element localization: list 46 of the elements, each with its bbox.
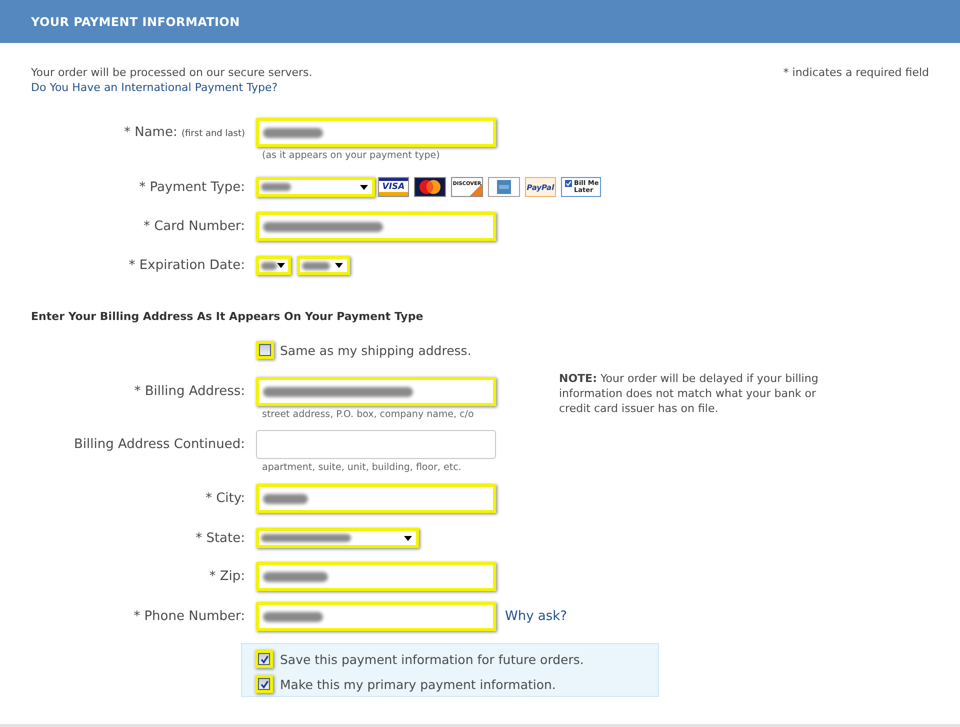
field-label: * Name: — [124, 125, 178, 140]
field-label: * Phone Number: — [134, 609, 245, 624]
dropdown-caret-icon — [335, 263, 343, 268]
blurred-value — [302, 262, 330, 270]
checkmark-icon — [260, 654, 268, 664]
card-logo: VISA — [378, 177, 409, 197]
section-title: YOUR PAYMENT INFORMATION — [31, 14, 240, 28]
card-logo-icon — [488, 177, 520, 197]
checkbox[interactable] — [255, 675, 273, 693]
field-label: * Zip: — [209, 569, 245, 584]
checkbox-label: Save this payment information for future orders. — [280, 652, 584, 666]
blurred-value — [263, 128, 323, 138]
field-label: * City: — [205, 491, 245, 506]
field-hint: street address, P.O. box, company name, c/o — [261, 409, 474, 421]
dropdown-caret-icon — [277, 263, 285, 268]
input-field[interactable] — [256, 430, 496, 459]
field-label: * Expiration Date: — [128, 258, 245, 273]
checkbox[interactable] — [256, 341, 274, 359]
label-note: (first and last) — [182, 129, 245, 139]
field-hint: (as it appears on your payment type) — [261, 150, 440, 162]
checkmark-icon — [260, 680, 268, 688]
field-label: * Card Number: — [143, 219, 245, 234]
required-field-note: * indicates a required field — [783, 65, 929, 80]
field-label: * Payment Type: — [139, 180, 245, 194]
blurred-value — [263, 494, 308, 504]
checkbox[interactable] — [255, 650, 273, 668]
blurred-value — [263, 612, 323, 622]
billing-note: NOTE: Your order will be delayed if your billing information does not match what your bank or credit card issuer has on file. — [559, 371, 820, 416]
dropdown[interactable] — [256, 256, 291, 275]
checkbox-icon — [565, 180, 572, 187]
blurred-value — [261, 183, 291, 191]
dropdown-caret-icon — [360, 184, 368, 190]
checkbox-label: Same as my shipping address. — [280, 342, 472, 358]
field-label: * State: — [196, 530, 245, 546]
blurred-value — [263, 572, 328, 582]
checkbox-label: Make this my primary payment information. — [280, 676, 556, 692]
blurred-value — [261, 262, 277, 270]
why-ask-link[interactable]: Why ask? — [505, 609, 568, 624]
field-label: Billing Address Continued: — [74, 437, 245, 452]
dropdown-caret-icon — [404, 536, 412, 540]
billing-heading: Enter Your Billing Address As It Appears On Your Payment Type — [31, 310, 424, 324]
field-label: * Billing Address: — [134, 384, 245, 399]
field-hint: apartment, suite, unit, building, floor, etc. — [261, 462, 462, 474]
circles-logo-icon — [414, 177, 446, 197]
international-payment-link[interactable]: Do You Have an International Payment Type? — [31, 80, 278, 95]
secure-servers-text: Your order will be processed on our secure servers. — [31, 65, 312, 80]
